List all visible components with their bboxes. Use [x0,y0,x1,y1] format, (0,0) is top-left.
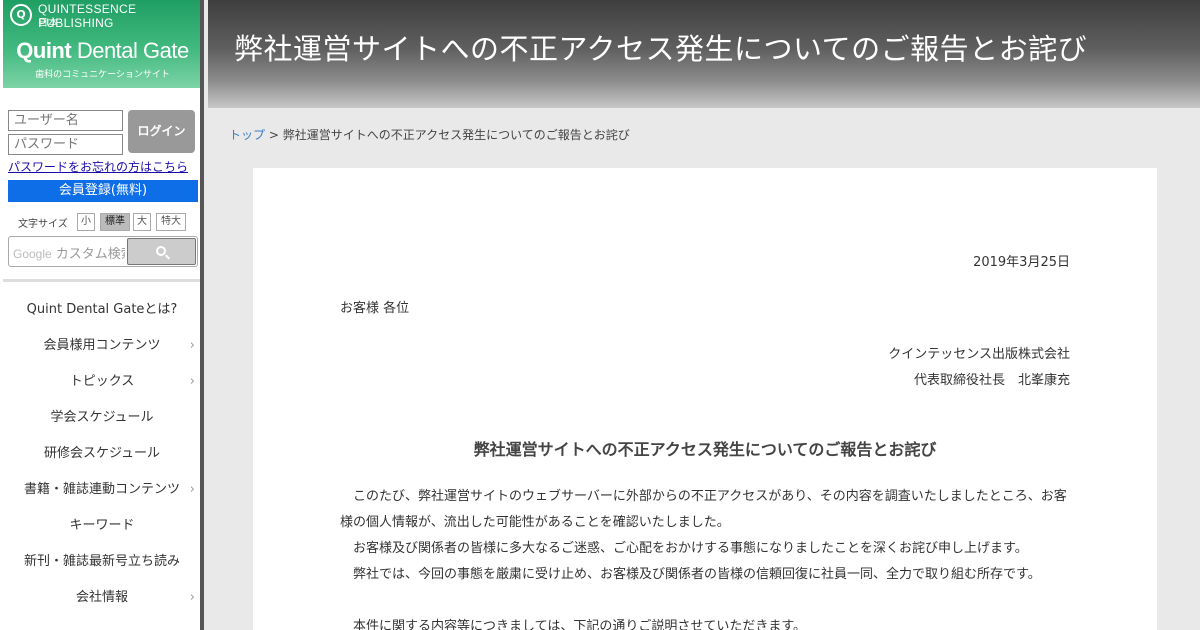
breadcrumb-separator: > [265,128,283,142]
sidebar-nav-label: 研修会スケジュール [43,446,161,461]
article-representative: 代表取締役社長 北峯康充 [913,373,1070,388]
sidebar-nav-item[interactable]: 新刊・雑誌最新号立ち読み [3,544,200,580]
sidebar-nav-item[interactable]: 学会スケジュール [3,400,200,436]
page-title: 弊社運営サイトへの不正アクセス発生についてのご報告とお詫び [234,32,1088,66]
article-paragraph: 本件に関する内容等につきましては、下記の通りご説明させていただきます。 [353,619,807,630]
font-size-standard-button[interactable]: 標準 [100,213,130,231]
sidebar-nav-label: 会社情報 [75,590,128,605]
quintessence-logo-icon: Q [10,4,32,26]
sidebar-nav-label: Quint Dental Gateとは? [26,302,178,317]
sidebar-nav-label: キーワード [69,518,135,533]
sidebar-nav-item[interactable]: トピックス › [3,364,200,400]
brand-name-rest: Dental Gate [71,38,189,63]
sidebar-divider [3,279,200,282]
breadcrumb-current: 弊社運営サイトへの不正アクセス発生についてのご報告とお詫び [282,128,630,142]
chevron-right-icon: › [189,338,195,353]
search-input[interactable]: Googleカスタム検索 [13,243,125,262]
brand-name-bold: Quint [16,38,72,63]
article-greeting: お客様 各位 [340,301,410,316]
sidebar-nav-item[interactable]: 研修会スケジュール [3,436,200,472]
chevron-right-icon: › [189,482,195,497]
article-paragraph: このたび、弊社運営サイトのウェブサーバーに外部からの不正アクセスがあり、その内容… [340,489,1067,530]
article-title: 弊社運営サイトへの不正アクセス発生についてのご報告とお詫び [473,440,937,459]
brand-name: Quint Dental Gate [3,38,200,64]
username-input[interactable] [8,110,123,131]
sidebar: Q QUINTESSENCE PUBLISHING 日本 Quint Denta… [0,0,204,630]
article-company: クインテッセンス出版株式会社 [888,347,1070,362]
login-button[interactable]: ログイン [128,110,195,153]
brand-tagline: 歯科のコミュニケーションサイト [35,70,170,80]
font-size-small-button[interactable]: 小 [77,213,95,231]
sidebar-nav-label: 新刊・雑誌最新号立ち読み [23,554,180,569]
search-icon [156,246,166,256]
sidebar-nav-label: トピックス [69,374,135,389]
sidebar-nav-item[interactable]: Quint Dental Gateとは? [3,292,200,328]
font-size-label: 文字サイズ [18,219,68,230]
search-brand: Google [13,247,52,261]
sidebar-nav-item[interactable]: キーワード [3,508,200,544]
chevron-right-icon: › [189,374,195,389]
sidebar-nav-label: 学会スケジュール [50,410,154,425]
site-logo[interactable]: Q QUINTESSENCE PUBLISHING 日本 Quint Denta… [3,0,200,88]
article-paragraph: 弊社では、今回の事態を厳粛に受け止め、お客様及び関係者の皆様の信頼回復に社員一同… [353,567,1041,582]
article-paragraph: お客様及び関係者の皆様に多大なるご迷惑、ご心配をおかけする事態になりましたことを… [353,541,1028,556]
sidebar-nav: Quint Dental Gateとは? 会員様用コンテンツ › トピックス › 学会スケ… [3,292,200,616]
custom-search-box: Googleカスタム検索 [8,236,198,267]
font-size-xlarge-button[interactable]: 特大 [156,213,186,231]
sidebar-nav-label: 書籍・雑誌連動コンテンツ [23,482,180,497]
sidebar-nav-label: 会員様用コンテンツ [43,338,161,353]
breadcrumb-home-link[interactable]: トップ [229,128,265,142]
search-button[interactable] [127,238,196,265]
publisher-region: 日本 [38,18,58,29]
sidebar-nav-item[interactable]: 書籍・雑誌連動コンテンツ › [3,472,200,508]
breadcrumb: トップ > 弊社運営サイトへの不正アクセス発生についてのご報告とお詫び [229,126,630,143]
article-date: 2019年3月25日 [973,255,1070,270]
register-button[interactable]: 会員登録(無料) [8,180,198,202]
sidebar-nav-item[interactable]: 会社情報 › [3,580,200,616]
article-content: 2019年3月25日 お客様 各位 クインテッセンス出版株式会社 代表取締役社長… [253,168,1157,630]
sidebar-nav-item[interactable]: 会員様用コンテンツ › [3,328,200,364]
search-placeholder: カスタム検索 [55,247,125,262]
chevron-right-icon: › [189,590,195,605]
password-input[interactable] [8,134,123,155]
forgot-password-link[interactable]: パスワードをお忘れの方はこちら [8,158,188,175]
page-header: 弊社運営サイトへの不正アクセス発生についてのご報告とお詫び [208,0,1200,108]
font-size-large-button[interactable]: 大 [133,213,151,231]
article-body: このたび、弊社運営サイトのウェブサーバーに外部からの不正アクセスがあり、その内容… [340,484,1075,630]
publisher-name: QUINTESSENCE PUBLISHING [38,2,137,30]
